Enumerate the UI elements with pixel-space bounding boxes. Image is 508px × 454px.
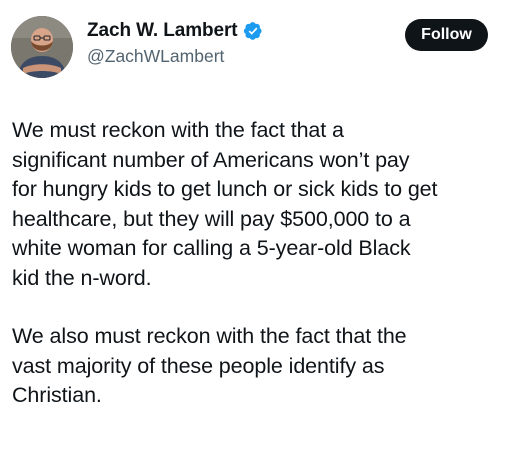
tweet-paragraph: We also must reckon with the fact that t… — [12, 322, 502, 411]
tweet-card: Zach W. Lambert @ZachWLambert Follow We … — [0, 0, 508, 454]
tweet-line: We must reckon with the fact that a — [12, 118, 344, 142]
tweet-line: healthcare, but they will pay $500,000 t… — [12, 206, 411, 231]
tweet-line: for hungry kids to get lunch or sick kid… — [12, 177, 438, 201]
tweet-line: We also must reckon with the fact that t… — [12, 324, 407, 348]
follow-button[interactable]: Follow — [405, 19, 488, 51]
tweet-line: white woman for calling a 5-year-old Bla… — [12, 236, 411, 260]
tweet-header: Zach W. Lambert @ZachWLambert Follow — [0, 0, 508, 90]
avatar[interactable] — [11, 16, 73, 78]
tweet-text: We must reckon with the fact that a sign… — [12, 116, 502, 411]
user-handle[interactable]: @ZachWLambert — [87, 46, 263, 67]
display-name[interactable]: Zach W. Lambert — [87, 20, 238, 42]
tweet-line: Christian. — [12, 383, 102, 407]
tweet-line: kid the n-word. — [12, 265, 152, 290]
tweet-line: vast majority of these people identify a… — [12, 353, 385, 378]
display-name-row: Zach W. Lambert — [87, 18, 263, 44]
verified-badge-icon[interactable] — [243, 21, 263, 41]
tweet-paragraph: We must reckon with the fact that a sign… — [12, 116, 502, 293]
tweet-line: significant number of Americans won’t pa… — [12, 147, 410, 172]
avatar-photo — [11, 16, 73, 78]
author-names: Zach W. Lambert @ZachWLambert — [87, 18, 263, 67]
